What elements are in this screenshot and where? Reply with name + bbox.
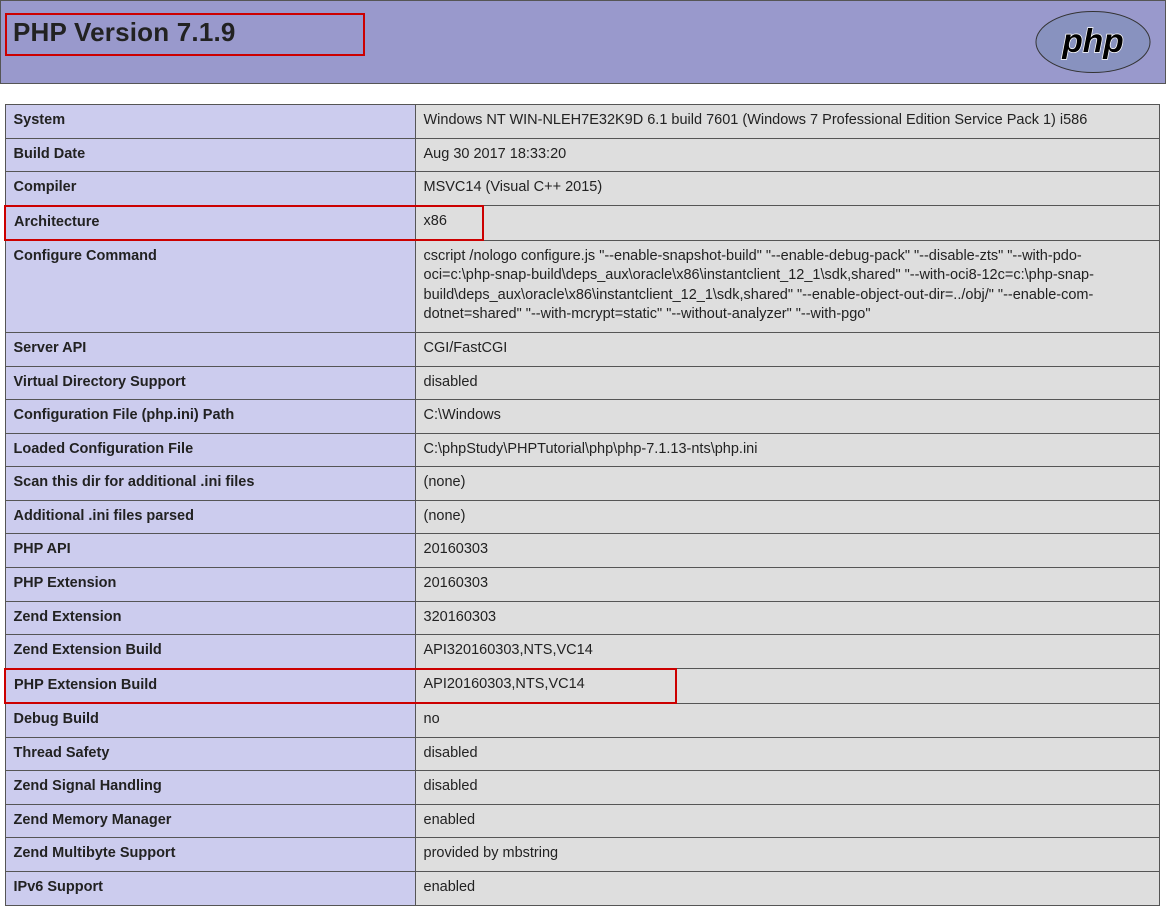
row-key: Additional .ini files parsed: [5, 500, 415, 534]
row-key: PHP API: [5, 534, 415, 568]
table-row: Architecturex86: [5, 206, 1160, 241]
row-key: Scan this dir for additional .ini files: [5, 467, 415, 501]
table-row: Zend Extension BuildAPI320160303,NTS,VC1…: [5, 635, 1160, 669]
page-title: PHP Version 7.1.9: [13, 17, 355, 48]
row-key: Compiler: [5, 172, 415, 206]
table-row: Zend Signal Handlingdisabled: [5, 771, 1160, 805]
row-key: System: [5, 105, 415, 139]
row-key: Zend Memory Manager: [5, 804, 415, 838]
table-row: Zend Extension320160303: [5, 601, 1160, 635]
row-key: Build Date: [5, 138, 415, 172]
table-row: Configuration File (php.ini) PathC:\Wind…: [5, 400, 1160, 434]
phpinfo-table: SystemWindows NT WIN-NLEH7E32K9D 6.1 bui…: [4, 104, 1160, 906]
row-key: Debug Build: [5, 703, 415, 737]
row-value: API320160303,NTS,VC14: [415, 635, 1160, 669]
row-value: 20160303: [415, 567, 1160, 601]
row-value: MSVC14 (Visual C++ 2015): [415, 172, 1160, 206]
row-value: API20160303,NTS,VC14: [415, 669, 1160, 704]
table-row: Virtual Directory Supportdisabled: [5, 366, 1160, 400]
row-key: PHP Extension: [5, 567, 415, 601]
row-value: 20160303: [415, 534, 1160, 568]
row-value: disabled: [415, 737, 1160, 771]
table-row: Loaded Configuration FileC:\phpStudy\PHP…: [5, 433, 1160, 467]
row-value: (none): [415, 500, 1160, 534]
row-value: disabled: [415, 771, 1160, 805]
row-value: enabled: [415, 804, 1160, 838]
php-logo: php: [1033, 9, 1153, 75]
table-row: Server APICGI/FastCGI: [5, 333, 1160, 367]
row-key: Zend Multibyte Support: [5, 838, 415, 872]
table-row: PHP Extension BuildAPI20160303,NTS,VC14: [5, 669, 1160, 704]
title-highlight-box: PHP Version 7.1.9: [5, 13, 365, 56]
row-value: Aug 30 2017 18:33:20: [415, 138, 1160, 172]
row-value: Windows NT WIN-NLEH7E32K9D 6.1 build 760…: [415, 105, 1160, 139]
row-key: Virtual Directory Support: [5, 366, 415, 400]
row-value: C:\phpStudy\PHPTutorial\php\php-7.1.13-n…: [415, 433, 1160, 467]
row-value: 320160303: [415, 601, 1160, 635]
row-key: Zend Extension: [5, 601, 415, 635]
row-key: Zend Extension Build: [5, 635, 415, 669]
row-value: enabled: [415, 872, 1160, 906]
row-key: Server API: [5, 333, 415, 367]
row-key: Thread Safety: [5, 737, 415, 771]
table-row: PHP Extension20160303: [5, 567, 1160, 601]
row-key: Architecture: [5, 206, 415, 241]
row-key: Configure Command: [5, 240, 415, 332]
row-value: cscript /nologo configure.js "--enable-s…: [415, 240, 1160, 332]
row-value: disabled: [415, 366, 1160, 400]
row-value: (none): [415, 467, 1160, 501]
row-value: x86: [415, 206, 1160, 241]
row-key: PHP Extension Build: [5, 669, 415, 704]
table-row: Additional .ini files parsed(none): [5, 500, 1160, 534]
row-value: CGI/FastCGI: [415, 333, 1160, 367]
row-key: Configuration File (php.ini) Path: [5, 400, 415, 434]
row-key: IPv6 Support: [5, 872, 415, 906]
table-row: Zend Multibyte Supportprovided by mbstri…: [5, 838, 1160, 872]
table-row: Thread Safetydisabled: [5, 737, 1160, 771]
svg-text:php: php: [1061, 23, 1123, 60]
row-key: Loaded Configuration File: [5, 433, 415, 467]
phpinfo-header: PHP Version 7.1.9 php: [0, 0, 1166, 84]
table-row: Configure Commandcscript /nologo configu…: [5, 240, 1160, 332]
table-row: Debug Buildno: [5, 703, 1160, 737]
table-row: PHP API20160303: [5, 534, 1160, 568]
table-row: Scan this dir for additional .ini files(…: [5, 467, 1160, 501]
table-row: SystemWindows NT WIN-NLEH7E32K9D 6.1 bui…: [5, 105, 1160, 139]
row-value: provided by mbstring: [415, 838, 1160, 872]
row-value: no: [415, 703, 1160, 737]
table-row: Build DateAug 30 2017 18:33:20: [5, 138, 1160, 172]
table-row: IPv6 Supportenabled: [5, 872, 1160, 906]
table-row: Zend Memory Managerenabled: [5, 804, 1160, 838]
row-value: C:\Windows: [415, 400, 1160, 434]
row-key: Zend Signal Handling: [5, 771, 415, 805]
table-row: CompilerMSVC14 (Visual C++ 2015): [5, 172, 1160, 206]
